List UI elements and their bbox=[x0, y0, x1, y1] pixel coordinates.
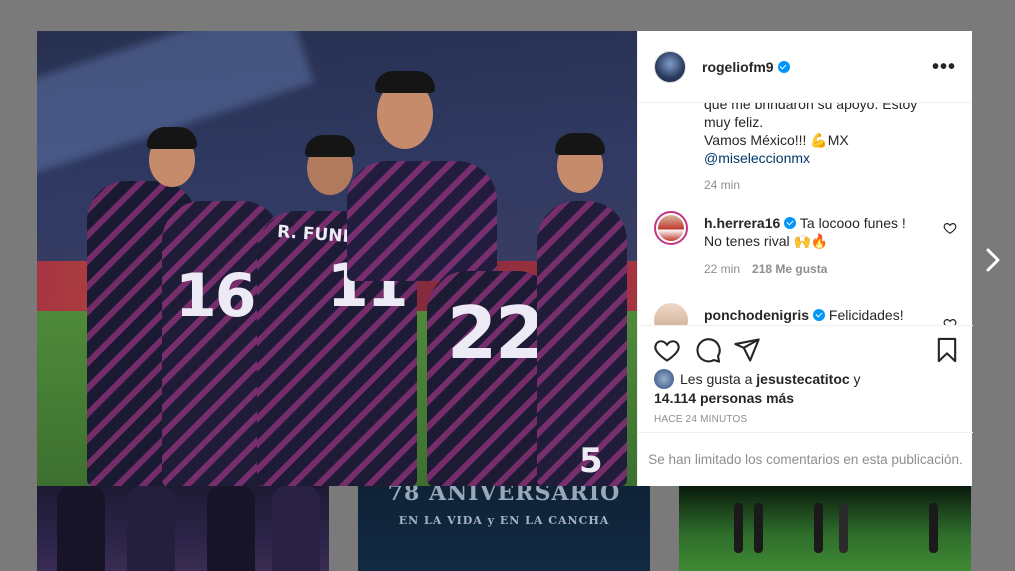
liker-avatar[interactable] bbox=[654, 369, 674, 389]
author-username[interactable]: rogeliofm9 bbox=[702, 59, 790, 75]
jersey-number: 16 bbox=[175, 261, 256, 331]
thumbnail-subtitle: EN LA VIDA y EN LA CANCHA bbox=[398, 514, 610, 527]
thumbnail-figure bbox=[127, 486, 175, 571]
like-heart-icon[interactable] bbox=[653, 336, 681, 364]
player-hair bbox=[555, 133, 605, 155]
thumbnail-figure bbox=[57, 486, 105, 571]
likes-prefix: Les gusta a bbox=[680, 371, 753, 387]
comment-time[interactable]: 22 min bbox=[704, 262, 740, 276]
commenter-username[interactable]: ponchodenigris bbox=[704, 307, 809, 323]
post-side-panel: rogeliofm9 ••• que me brindaron su apoyo… bbox=[637, 31, 973, 486]
verified-badge-icon bbox=[784, 217, 797, 229]
comment-like-heart-icon[interactable] bbox=[943, 221, 957, 235]
grid-thumbnail-3[interactable] bbox=[679, 486, 971, 571]
next-post-chevron-icon[interactable] bbox=[985, 247, 1001, 273]
thumbnail-player-leg bbox=[929, 503, 938, 553]
thumbnail-player-leg bbox=[839, 503, 848, 553]
jersey-number: 22 bbox=[447, 291, 545, 375]
likes-count[interactable]: 14.114 personas más bbox=[654, 390, 794, 406]
commenter-username[interactable]: h.herrera16 bbox=[704, 215, 780, 231]
share-paper-plane-icon[interactable] bbox=[733, 336, 761, 364]
commenter-avatar[interactable] bbox=[654, 211, 688, 245]
likes-summary: Les gusta a jesustecatitoc y 14.114 pers… bbox=[654, 369, 954, 407]
caption-time[interactable]: 24 min bbox=[704, 178, 740, 192]
more-options-icon[interactable]: ••• bbox=[932, 57, 956, 77]
comment-like-heart-icon[interactable] bbox=[943, 317, 957, 325]
thumbnail-player-leg bbox=[734, 503, 743, 553]
post-modal: 16 R. FUNES MORI 11 22 5 rogeliofm9 ••• bbox=[37, 31, 973, 486]
player-hair bbox=[305, 135, 355, 157]
thumbnail-player-leg bbox=[754, 503, 763, 553]
comment-line: Ta locooo funes ! bbox=[799, 215, 906, 231]
verified-badge-icon bbox=[777, 60, 790, 73]
thumbnail-title: 78 ANIVERSARIO bbox=[387, 486, 621, 506]
thumbnail-player-leg bbox=[814, 503, 823, 553]
comment-text: ponchodenigris Felicidades! bbox=[704, 306, 929, 324]
comments-list[interactable]: que me brindaron su apoyo. Estoy muy fel… bbox=[638, 103, 973, 325]
comment-line: Felicidades! bbox=[828, 307, 904, 323]
player-top bbox=[347, 161, 497, 281]
comment-text: h.herrera16 Ta locooo funes ! No tenes r… bbox=[704, 214, 929, 250]
grid-thumbnail-1[interactable] bbox=[37, 486, 329, 571]
post-actions-bar bbox=[638, 325, 973, 375]
jersey-number: 5 bbox=[579, 441, 603, 481]
verified-badge-icon bbox=[813, 309, 825, 321]
comment-meta: 22 min 218 Me gusta bbox=[704, 262, 827, 276]
save-bookmark-icon[interactable] bbox=[933, 336, 961, 364]
comment-likes[interactable]: 218 Me gusta bbox=[752, 262, 827, 276]
comment-bubble-icon[interactable] bbox=[694, 336, 722, 364]
author-avatar[interactable] bbox=[654, 50, 686, 83]
comments-limited-notice: Se han limitado los comentarios en esta … bbox=[638, 432, 973, 486]
caption-line: Vamos México!!! 💪MX bbox=[704, 132, 849, 148]
player-hair bbox=[375, 71, 435, 93]
post-photo[interactable]: 16 R. FUNES MORI 11 22 5 bbox=[37, 31, 637, 486]
player-hair bbox=[147, 127, 197, 149]
post-caption: que me brindaron su apoyo. Estoy muy fel… bbox=[704, 103, 954, 167]
grid-thumbnail-2[interactable]: 78 ANIVERSARIO EN LA VIDA y EN LA CANCHA bbox=[358, 486, 650, 571]
likes-conjunction: y bbox=[853, 371, 861, 387]
thumbnail-figure bbox=[207, 486, 255, 571]
post-header: rogeliofm9 ••• bbox=[638, 31, 972, 103]
thumbnail-figure bbox=[272, 486, 320, 571]
author-username-text: rogeliofm9 bbox=[702, 58, 774, 75]
post-timestamp[interactable]: HACE 24 MINUTOS bbox=[654, 414, 747, 425]
players-group: 16 R. FUNES MORI 11 22 5 bbox=[87, 71, 627, 486]
commenter-avatar[interactable] bbox=[654, 303, 688, 325]
caption-mention-link[interactable]: @miseleccionmx bbox=[704, 149, 954, 167]
caption-line: que me brindaron su apoyo. Estoy bbox=[704, 103, 918, 112]
comment-line: No tenes rival 🙌🔥 bbox=[704, 233, 829, 249]
liker-username[interactable]: jesustecatitoc bbox=[756, 371, 849, 387]
caption-line: muy feliz. bbox=[704, 114, 764, 130]
